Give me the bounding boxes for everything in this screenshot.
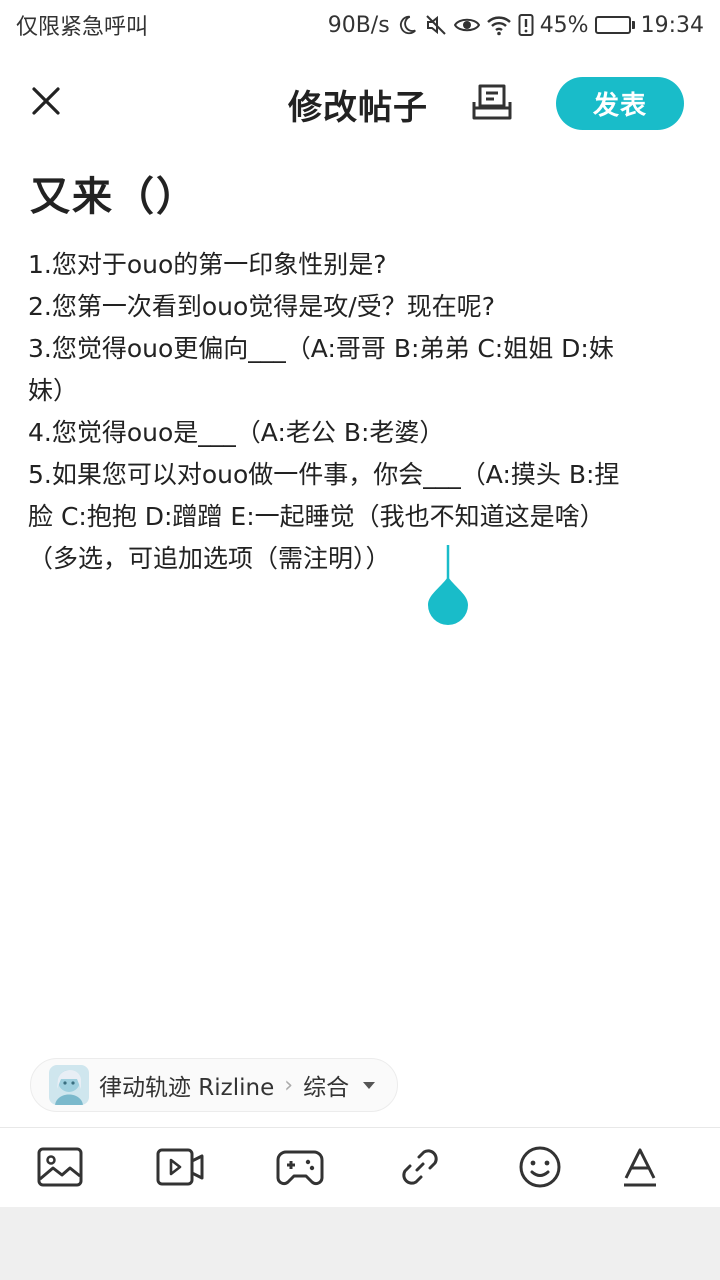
battery-percent: 45% xyxy=(539,12,589,38)
post-line: （多选，可追加选项（需注明）） xyxy=(28,544,391,573)
game-name: 律动轨迹 Rizline xyxy=(99,1075,275,1101)
editor-toolbar xyxy=(0,1127,720,1207)
post-line: 脸 C:抱抱 D:蹭蹭 E:一起睡觉（我也不知道这是啥） xyxy=(28,502,605,531)
topic-category: 综合 xyxy=(303,1075,350,1101)
topic-selector[interactable]: 律动轨迹 Rizline › 综合 xyxy=(30,1058,399,1112)
text-format-button[interactable] xyxy=(616,1146,664,1192)
game-avatar xyxy=(49,1065,89,1105)
clock: 19:34 xyxy=(640,12,704,38)
header-bar: 修改帖子 发表 xyxy=(0,70,720,136)
battery-icon xyxy=(594,16,635,34)
close-icon xyxy=(31,86,61,120)
net-speed: 90B/s xyxy=(327,12,390,38)
text-format-icon xyxy=(620,1146,660,1192)
status-bar: 仅限紧急呼叫 90B/s 45% 19:34 xyxy=(0,0,720,50)
insert-image-button[interactable] xyxy=(36,1146,84,1192)
wifi-icon xyxy=(486,14,512,36)
eye-icon xyxy=(453,14,480,36)
post-line: 3.您觉得ouo更偏向___（A:哥哥 B:弟弟 C:姐姐 D:妹 xyxy=(28,334,614,363)
drafts-icon xyxy=(471,82,513,126)
post-line: 1.您对于ouo的第一印象性别是? xyxy=(28,250,387,279)
post-line: 5.如果您可以对ouo做一件事，你会___（A:摸头 B:捏 xyxy=(28,460,620,489)
close-button[interactable] xyxy=(26,83,66,123)
publish-button[interactable]: 发表 xyxy=(556,77,684,130)
carrier-text: 仅限紧急呼叫 xyxy=(16,15,149,40)
post-line: 2.您第一次看到ouo觉得是攻/受？现在呢? xyxy=(28,292,495,321)
post-line: 妹） xyxy=(28,376,79,405)
alert-icon xyxy=(518,13,534,37)
keyboard-placeholder-area xyxy=(0,1207,720,1280)
video-icon xyxy=(156,1148,204,1190)
insert-video-button[interactable] xyxy=(156,1146,204,1192)
insert-link-button[interactable] xyxy=(396,1146,444,1192)
post-title[interactable]: 又来（） xyxy=(30,164,198,222)
chevron-right-icon: › xyxy=(284,1072,294,1098)
game-icon xyxy=(276,1148,324,1190)
post-line: 4.您觉得ouo是___（A:老公 B:老婆） xyxy=(28,418,445,447)
image-icon xyxy=(37,1147,83,1191)
moon-icon xyxy=(396,14,418,36)
insert-emoji-button[interactable] xyxy=(516,1146,564,1192)
page-title: 修改帖子 xyxy=(288,88,428,128)
caret-down-icon xyxy=(363,1081,376,1089)
emoji-icon xyxy=(518,1145,562,1193)
drafts-button[interactable] xyxy=(470,82,514,126)
mute-icon xyxy=(424,13,448,37)
text-cursor-handle[interactable] xyxy=(427,545,469,627)
post-body-editor[interactable]: 1.您对于ouo的第一印象性别是? 2.您第一次看到ouo觉得是攻/受？现在呢?… xyxy=(28,244,688,580)
insert-game-button[interactable] xyxy=(276,1146,324,1192)
link-icon xyxy=(399,1146,441,1192)
